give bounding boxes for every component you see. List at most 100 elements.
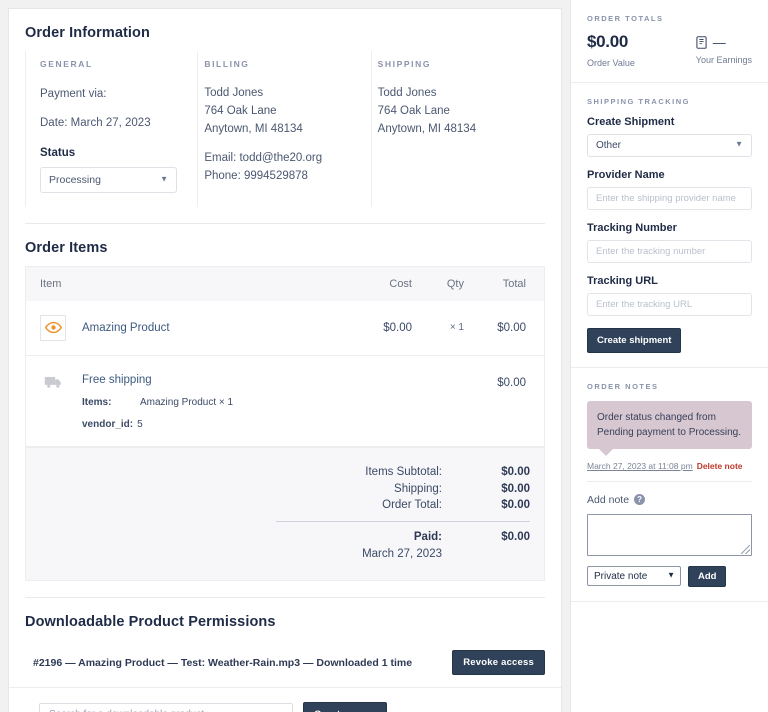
column-header-cost: Cost xyxy=(389,277,412,290)
column-header-qty: Qty xyxy=(446,277,464,290)
help-icon[interactable]: ? xyxy=(634,494,646,506)
shipping-tracking-label: SHIPPING TRACKING xyxy=(587,96,691,106)
billing-street: 764 Oak Lane xyxy=(204,104,277,117)
totals-row: Shipping: $0.00 xyxy=(40,481,530,498)
earnings-value: — xyxy=(712,35,726,50)
shipping-street: 764 Oak Lane xyxy=(377,104,450,117)
totals-label: Shipping: xyxy=(394,482,442,495)
order-totals-row: $0.00 Order Value — Your Earnings xyxy=(587,32,752,68)
row-item-cell: Free shipping Items: Amazing Product × 1… xyxy=(82,370,348,432)
row-qty-cell: × 1 xyxy=(449,321,464,333)
totals-value: $0.00 xyxy=(501,499,530,512)
totals-label: Items Subtotal: xyxy=(365,465,442,478)
add-note-actions: Private note ▼ Add xyxy=(587,565,752,587)
permission-row: #2196 — Amazing Product — Test: Weather-… xyxy=(9,640,561,689)
billing-citystate: Anytown, MI 48134 xyxy=(204,122,303,135)
earnings-row: — xyxy=(696,36,752,49)
receipt-icon xyxy=(696,36,707,49)
note-type-select[interactable]: Private note ▼ xyxy=(587,566,681,587)
shipping-label: SHIPPING xyxy=(377,59,432,69)
truck-icon xyxy=(44,377,61,389)
billing-label: BILLING xyxy=(204,59,250,69)
chevron-down-icon: ▼ xyxy=(735,139,743,149)
add-note-button[interactable]: Add xyxy=(688,565,727,587)
totals-label: Order Total: xyxy=(382,499,442,512)
tracking-number-label: Tracking Number xyxy=(587,221,677,234)
item-meta-row: vendor_id: 5 xyxy=(82,417,348,432)
billing-name: Todd Jones xyxy=(204,87,264,99)
add-note-textarea[interactable] xyxy=(587,513,752,556)
status-select[interactable]: Processing ▼ xyxy=(40,166,177,193)
downloadable-search-input[interactable]: Search for a downloadable product… xyxy=(39,702,293,712)
provider-name-input[interactable]: Enter the shipping provider name xyxy=(587,186,752,210)
sidebar-order-notes: ORDER NOTES Order status changed from Pe… xyxy=(571,368,768,602)
page-title: Order Information xyxy=(25,25,150,41)
shipping-thumbnail xyxy=(40,370,66,396)
order-information-grid: GENERAL Payment via: Date: March 27, 202… xyxy=(9,51,561,223)
table-header-row: Item Cost Qty Total xyxy=(25,265,545,301)
order-totals-block: Items Subtotal: $0.00 Shipping: $0.00 Or… xyxy=(25,447,545,582)
main-card: Order Information GENERAL Payment via: D… xyxy=(8,8,562,712)
order-value-caption: Order Value xyxy=(587,57,635,68)
totals-separator xyxy=(276,520,530,522)
table-body: Amazing Product $0.00 × 1 $0.00 Free shi… xyxy=(25,300,545,448)
meta-value: 5 xyxy=(137,418,143,430)
earnings-caption: Your Earnings xyxy=(695,55,752,65)
table-row: Free shipping Items: Amazing Product × 1… xyxy=(26,356,544,447)
order-note-timestamp: March 27, 2023 at 11:08 pm xyxy=(587,460,693,471)
tracking-number-input[interactable]: Enter the tracking number xyxy=(587,239,752,263)
order-notes-label: ORDER NOTES xyxy=(587,381,659,391)
meta-key: vendor_id: xyxy=(82,418,134,430)
permission-text: #2196 — Amazing Product — Test: Weather-… xyxy=(33,656,413,669)
status-label: Status xyxy=(40,146,76,159)
delete-note-link[interactable]: Delete note xyxy=(697,461,743,471)
add-note-label: Add note xyxy=(587,493,630,506)
shipping-method-link[interactable]: Free shipping xyxy=(82,374,152,386)
billing-email: Email: todd@the20.org xyxy=(204,152,323,165)
divider xyxy=(587,480,752,482)
product-thumbnail xyxy=(40,314,66,341)
tracking-url-input[interactable]: Enter the tracking URL xyxy=(587,292,752,316)
row-total-cell: $0.00 xyxy=(497,321,526,334)
sidebar-order-totals: ORDER TOTALS $0.00 Order Value — Your Ea… xyxy=(571,0,768,83)
create-shipment-button[interactable]: Create shipment xyxy=(587,327,682,353)
order-totals-label: ORDER TOTALS xyxy=(587,14,664,23)
provider-name-label: Provider Name xyxy=(587,168,665,181)
order-note-meta: March 27, 2023 at 11:08 pm Delete note xyxy=(587,461,752,471)
sidebar-shipping-tracking: SHIPPING TRACKING Create Shipment Other … xyxy=(571,83,768,368)
order-value-block: $0.00 Order Value xyxy=(587,32,696,68)
row-item-cell: Amazing Product xyxy=(82,315,348,341)
column-header-item: Item xyxy=(40,277,62,290)
tracking-url-label: Tracking URL xyxy=(587,274,658,287)
column-header-total: Total xyxy=(502,277,526,290)
billing-phone: Phone: 9994529878 xyxy=(204,170,308,183)
order-items-title: Order Items xyxy=(25,239,108,256)
sidebar: ORDER TOTALS $0.00 Order Value — Your Ea… xyxy=(570,0,768,712)
paid-row: Paid: $0.00 xyxy=(40,529,530,546)
earnings-block: — Your Earnings xyxy=(696,33,752,65)
paid-date: March 27, 2023 xyxy=(362,547,442,560)
totals-value: $0.00 xyxy=(501,465,530,478)
meta-value: Amazing Product × 1 xyxy=(140,396,234,408)
create-shipment-value: Other xyxy=(596,139,622,151)
grant-access-button[interactable]: Grant access xyxy=(303,702,388,712)
paid-label: Paid: xyxy=(413,530,442,543)
revoke-access-button[interactable]: Revoke access xyxy=(452,650,545,676)
paid-date-spacer xyxy=(456,546,530,563)
order-detail-page: Order Information GENERAL Payment via: D… xyxy=(0,0,768,712)
shipping-name: Todd Jones xyxy=(377,87,437,99)
order-items-table: Item Cost Qty Total Amazing Product $0.0… xyxy=(9,265,561,597)
status-select-value: Processing xyxy=(49,173,101,186)
create-shipment-select[interactable]: Other ▼ xyxy=(587,133,752,157)
note-type-value: Private note xyxy=(594,570,648,582)
chevron-down-icon: ▼ xyxy=(160,174,168,184)
product-name-link[interactable]: Amazing Product xyxy=(82,322,170,334)
shipping-column: SHIPPING Todd Jones 764 Oak Lane Anytown… xyxy=(372,51,545,207)
table-row: Amazing Product $0.00 × 1 $0.00 xyxy=(26,301,544,356)
row-total-cell: $0.00 xyxy=(497,376,526,389)
chevron-down-icon: ▼ xyxy=(667,570,675,580)
add-note-label-row: Add note ? xyxy=(587,494,752,506)
totals-row: Items Subtotal: $0.00 xyxy=(40,464,530,481)
